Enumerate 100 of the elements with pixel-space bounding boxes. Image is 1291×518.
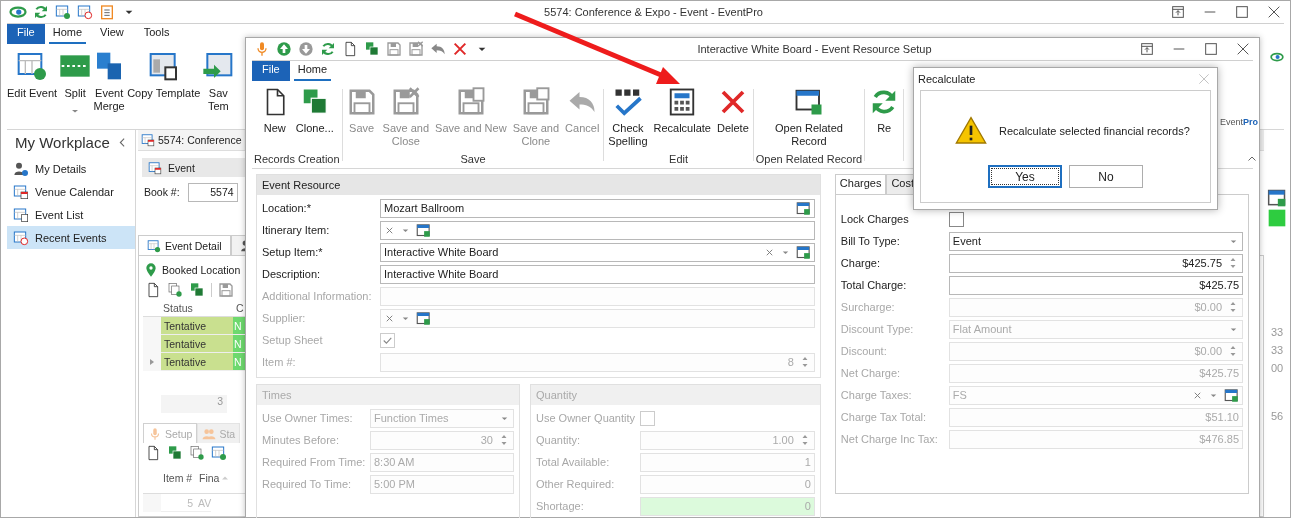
ribbon-button[interactable]: Check Spelling — [606, 87, 650, 148]
sidebar-item[interactable]: Recent Events — [7, 226, 135, 249]
copy-edit-icon[interactable] — [189, 445, 205, 461]
lookup-icon[interactable] — [416, 222, 431, 238]
clipboard-icon[interactable] — [99, 4, 115, 20]
arrow-down-circle-icon[interactable] — [298, 41, 314, 57]
calendar-gear-icon[interactable] — [55, 4, 71, 20]
document-icon[interactable] — [145, 282, 161, 298]
column-header[interactable]: C — [235, 302, 244, 314]
ribbon-tab[interactable]: View — [90, 24, 134, 44]
floppy-icon[interactable] — [386, 41, 402, 57]
lookup-icon[interactable] — [795, 244, 811, 260]
document-tab[interactable]: 5574: Conference — [138, 130, 245, 150]
refresh-icon[interactable] — [33, 4, 49, 20]
input-field[interactable]: Mozart Ballroom — [380, 198, 815, 218]
sidebar-item[interactable]: My Details — [7, 157, 135, 180]
message-text: Recalculate selected financial records? — [999, 125, 1190, 137]
squares-icon[interactable] — [189, 282, 205, 298]
calendar-clock-icon — [13, 229, 29, 246]
grid-icon[interactable] — [211, 445, 227, 461]
restore-icon[interactable] — [1170, 4, 1186, 20]
cross-icon[interactable] — [452, 41, 468, 57]
column-header[interactable]: Fina — [197, 472, 220, 484]
squares-icon[interactable] — [364, 41, 380, 57]
lookup-icon[interactable] — [795, 200, 811, 216]
window-icon — [793, 87, 824, 117]
field-label: Use Owner Quantity — [536, 412, 637, 424]
input-field[interactable]: $425.75 — [948, 275, 1243, 295]
field-label: Shortage: — [536, 500, 585, 512]
window-title: Interactive White Board - Event Resource Setup — [696, 43, 933, 55]
restore-icon[interactable] — [1139, 41, 1155, 57]
ribbon-tab[interactable]: File — [7, 24, 45, 44]
maximize-icon[interactable] — [1234, 4, 1250, 20]
field-label: Total Available: — [536, 456, 611, 468]
field-label: Location:* — [262, 202, 312, 214]
dialog-button[interactable]: Yes — [988, 165, 1062, 188]
lookup-icon[interactable] — [1267, 188, 1287, 208]
input-field[interactable] — [380, 220, 815, 240]
document-icon[interactable] — [342, 41, 358, 57]
column-header[interactable]: Item # — [161, 472, 197, 484]
tab[interactable]: Charges — [834, 174, 887, 194]
ribbon-button[interactable]: Split — [59, 50, 92, 117]
ribbon-button[interactable]: Recalculate — [651, 87, 713, 148]
floppy-icon[interactable] — [218, 282, 234, 298]
refresh-icon[interactable] — [320, 41, 336, 57]
close-icon[interactable] — [1266, 4, 1282, 20]
table-cell: Tentative — [161, 353, 233, 371]
field-label: Lock Charges — [840, 213, 910, 225]
sidebar-item[interactable]: Event List — [7, 203, 135, 226]
ribbon-button[interactable]: Delete — [715, 87, 751, 148]
ribbon-button[interactable]: Event Merge — [93, 50, 126, 113]
input-field[interactable]: 5574 — [187, 182, 238, 202]
field-label: Setup Item:* — [262, 246, 324, 258]
group-title: Edit — [669, 153, 689, 167]
panel-title: Event — [168, 161, 195, 174]
input-field[interactable]: $425.75 — [948, 253, 1243, 273]
section-title: Event Resource — [257, 175, 820, 195]
sidebar-title: My Workplace — [15, 134, 110, 151]
field-label: Charge: — [840, 257, 881, 269]
input-field[interactable]: Interactive White Board — [380, 242, 815, 262]
ribbon-button[interactable]: Sav Tem — [202, 50, 235, 113]
ribbon-button[interactable]: Copy Template — [127, 50, 201, 100]
ribbon-tab[interactable]: File — [252, 61, 290, 81]
maximize-icon[interactable] — [1203, 41, 1219, 57]
ribbon-tab[interactable]: Home — [48, 24, 87, 44]
ribbon-button[interactable]: Re — [867, 87, 902, 135]
field-label: Discount: — [840, 345, 888, 357]
table-cell: Tentative — [161, 317, 233, 335]
undo-arrow-icon[interactable] — [430, 41, 446, 57]
floppy-cross-icon[interactable] — [408, 41, 424, 57]
column-header[interactable]: Status — [161, 302, 235, 314]
input-field[interactable]: Event — [948, 231, 1243, 251]
field-label: Itinerary Item: — [262, 224, 331, 236]
copy-add-icon[interactable] — [167, 282, 183, 298]
table-cell-text: 00 — [1270, 362, 1284, 376]
field-label: Additional Information: — [262, 290, 373, 302]
sidebar-item[interactable]: Venue Calendar — [7, 180, 135, 203]
field-label: Charge Taxes: — [840, 389, 913, 401]
calendar-clock-icon[interactable] — [77, 4, 93, 20]
table-cell-text: 33 — [1270, 344, 1284, 358]
arrow-up-circle-icon[interactable] — [276, 41, 292, 57]
checkbox[interactable] — [948, 211, 964, 227]
tab[interactable]: Event Detail — [138, 235, 231, 255]
ribbon-button[interactable]: New — [257, 87, 292, 135]
ribbon-tab[interactable]: Tools — [133, 24, 180, 44]
ribbon-button[interactable]: Edit Event — [7, 50, 58, 100]
microphone-icon[interactable] — [254, 41, 270, 57]
squares-icon[interactable] — [167, 445, 183, 461]
ribbon-button[interactable]: Open Related Record — [773, 87, 845, 148]
dialog-button[interactable]: No — [1069, 165, 1143, 188]
input-field[interactable]: Interactive White Board — [380, 264, 815, 284]
ribbon-button[interactable]: Clone... — [293, 87, 336, 135]
document-icon[interactable] — [145, 445, 161, 461]
window-title: 5574: Conference & Expo - Event - EventPro — [543, 6, 764, 18]
ribbon-tab[interactable]: Home — [293, 61, 332, 81]
field-label: Other Required: — [536, 478, 616, 490]
field-label: Required From Time: — [262, 456, 367, 468]
row-header[interactable] — [143, 353, 161, 371]
close-icon[interactable] — [1235, 41, 1251, 57]
field-label: Discount Type: — [840, 323, 915, 335]
